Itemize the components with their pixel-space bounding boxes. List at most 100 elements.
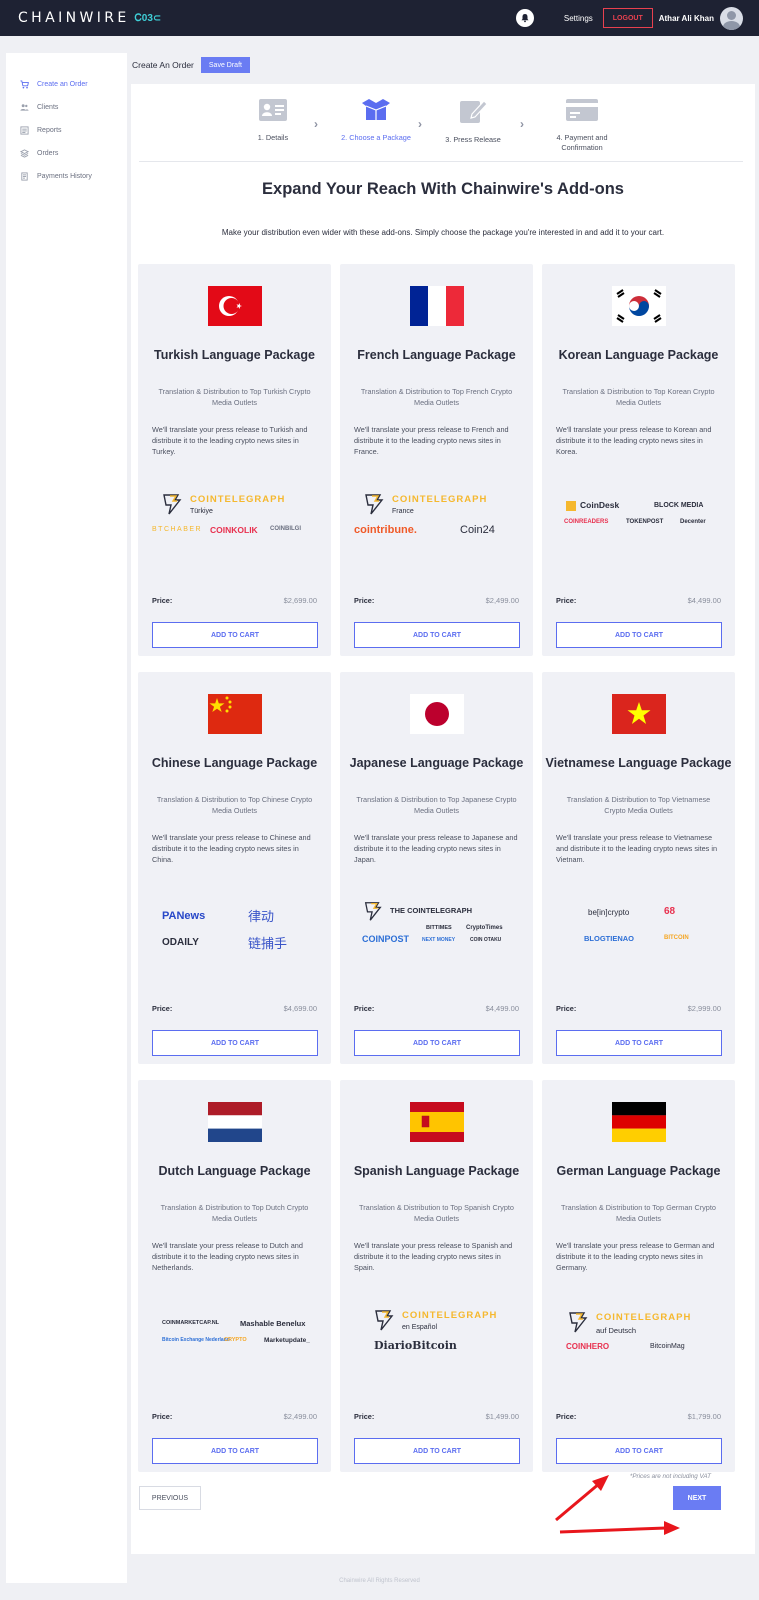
price-value: $4,499.00 <box>687 596 721 605</box>
app-logo[interactable]: CHAINWIRE <box>18 10 130 26</box>
partner-logo: TOKENPOST <box>626 519 664 525</box>
price-label: Price: <box>152 1412 173 1421</box>
sidebar-item-label: Reports <box>37 127 62 134</box>
sidebar-item-reports[interactable]: Reports <box>6 119 127 142</box>
partner-logo: COINTELEGRAPH <box>596 1312 692 1323</box>
price-label: Price: <box>354 1412 375 1421</box>
sidebar-item-orders[interactable]: Orders <box>6 142 127 165</box>
partner-logo: France <box>392 508 414 515</box>
package-subtitle: Translation & Distribution to Top French… <box>360 387 513 407</box>
step-details[interactable]: 1. Details <box>218 98 328 143</box>
package-title: French Language Package <box>357 348 516 362</box>
add-to-cart-button[interactable]: ADD TO CART <box>556 622 722 648</box>
partner-logo: BLOGTIENAO <box>584 934 634 943</box>
package-description: We'll translate your press release to Fr… <box>354 425 509 456</box>
receipt-icon <box>21 172 28 181</box>
package-card-turkish: Turkish Language Package Translation & D… <box>138 264 331 656</box>
package-description: We'll translate your press release to Sp… <box>354 1241 513 1272</box>
add-to-cart-button[interactable]: ADD TO CART <box>354 1030 520 1056</box>
step-choose-package[interactable]: 2. Choose a Package <box>321 98 431 143</box>
cointelegraph-logo-icon <box>569 1312 588 1333</box>
partner-logo: auf Deutsch <box>596 1326 637 1335</box>
sidebar-item-payments-history[interactable]: Payments History <box>6 165 127 188</box>
partner-logo: COINMARKETCAP.NL <box>162 1320 220 1326</box>
users-icon <box>20 104 29 111</box>
sidebar-item-label: Orders <box>37 150 59 157</box>
partner-logo: en Español <box>402 1324 438 1331</box>
package-subtitle: Translation & Distribution to Top Chines… <box>156 795 313 815</box>
partner-logos: COINTELEGRAPH en Español DiarioBitcoin <box>354 1308 519 1368</box>
add-to-cart-button[interactable]: ADD TO CART <box>556 1438 722 1464</box>
main-panel: 1. Details › 2. Choose a Package › 3. Pr… <box>131 84 755 1554</box>
save-draft-button[interactable]: Save Draft <box>200 57 250 73</box>
sidebar-item-clients[interactable]: Clients <box>6 96 127 119</box>
add-to-cart-button[interactable]: ADD TO CART <box>152 1030 318 1056</box>
partner-logos: CoinDesk BLOCK MEDIA COINREADERS TOKENPO… <box>556 492 721 552</box>
step-label: 3. Press Release <box>445 135 501 144</box>
netherlands-flag-icon <box>208 1102 262 1142</box>
package-title: Japanese Language Package <box>349 756 524 770</box>
package-subtitle: Translation & Distribution to Top Spanis… <box>359 1203 514 1223</box>
stepper: 1. Details › 2. Choose a Package › 3. Pr… <box>131 84 755 162</box>
topbar-right: Settings LOGOUT Athar Ali Khan <box>515 6 743 30</box>
sidebar-item-label: Create an Order <box>37 81 88 88</box>
price-label: Price: <box>354 1004 375 1013</box>
step-label: 2. Choose a Package <box>341 133 411 142</box>
next-button[interactable]: NEXT <box>673 1486 721 1510</box>
partner-logo: COINTELEGRAPH <box>402 1310 498 1321</box>
package-subtitle: Translation & Distribution to Top Dutch … <box>160 1203 309 1223</box>
partner-logo: 律动 <box>248 909 275 924</box>
japan-flag-icon <box>410 694 464 734</box>
sidebar-item-create-order[interactable]: Create an Order <box>6 73 127 96</box>
settings-link[interactable]: Settings <box>564 14 593 23</box>
price-value: $1,799.00 <box>687 1412 721 1421</box>
divider <box>139 161 743 162</box>
package-title: Turkish Language Package <box>154 348 315 362</box>
price-value: $2,499.00 <box>485 596 519 605</box>
spain-flag-icon <box>410 1102 464 1142</box>
partner-logo: PANews <box>162 910 206 922</box>
add-to-cart-button[interactable]: ADD TO CART <box>354 1438 520 1464</box>
notification-button[interactable] <box>515 9 534 27</box>
package-card-dutch: Dutch Language Package Translation & Dis… <box>138 1080 331 1472</box>
user-name: Athar Ali Khan <box>658 13 714 23</box>
step-payment[interactable]: 4. Payment and Confirmation <box>527 98 637 153</box>
korea-flag-icon <box>612 286 666 326</box>
partner-logo: BITCOIN <box>664 935 689 941</box>
package-description: We'll translate your press release to Du… <box>152 1241 303 1272</box>
package-card-spanish: Spanish Language Package Translation & D… <box>340 1080 533 1472</box>
package-title: German Language Package <box>556 1164 721 1178</box>
partner-logos: COINTELEGRAPH France cointribune. Coin24 <box>354 492 519 552</box>
add-to-cart-button[interactable]: ADD TO CART <box>152 622 318 648</box>
step-press-release[interactable]: 3. Press Release <box>418 98 528 145</box>
page-headline: Expand Your Reach With Chainwire's Add-o… <box>262 180 624 198</box>
vat-note: *Prices are not including VAT <box>629 1473 711 1480</box>
add-to-cart-button[interactable]: ADD TO CART <box>152 1438 318 1464</box>
package-description: We'll translate your press release to Tu… <box>152 425 308 456</box>
partner-logo: 链捕手 <box>248 936 288 951</box>
logout-button[interactable]: LOGOUT <box>602 8 653 28</box>
cart-icon <box>20 80 29 89</box>
package-subtitle: Translation & Distribution to Top Turkis… <box>158 387 311 407</box>
partner-logo: Mashable Benelux <box>240 1319 306 1328</box>
previous-button[interactable]: PREVIOUS <box>139 1486 201 1510</box>
package-subtitle: Translation & Distribution to Top Vietna… <box>566 795 711 815</box>
partner-logo: CRYPTO <box>224 1337 247 1343</box>
add-to-cart-button[interactable]: ADD TO CART <box>354 622 520 648</box>
page-title: Create An Order <box>132 60 194 70</box>
partner-logos: PANews 律动 ODAILY 链捕手 <box>152 900 317 960</box>
partner-logo: Decenter <box>680 519 706 525</box>
sidebar: Create an Order Clients Reports Orders P… <box>6 53 127 1583</box>
footer: Chainwire All Rights Reserved <box>339 1578 420 1584</box>
turkey-flag-icon <box>208 286 262 326</box>
avatar[interactable] <box>720 6 743 30</box>
price-value: $2,999.00 <box>687 1004 721 1013</box>
add-to-cart-button[interactable]: ADD TO CART <box>556 1030 722 1056</box>
package-title: Vietnamese Language Package <box>545 756 732 770</box>
partner-logo: BitcoinMag <box>650 1343 685 1350</box>
partner-logo: cointribune. <box>354 524 417 536</box>
coindesk-icon <box>566 501 576 511</box>
partner-logos: be[in]crypto 68 BLOGTIENAO BITCOIN <box>556 900 721 960</box>
partner-logo: CoinDesk <box>580 500 620 510</box>
credit-card-icon <box>566 99 598 121</box>
